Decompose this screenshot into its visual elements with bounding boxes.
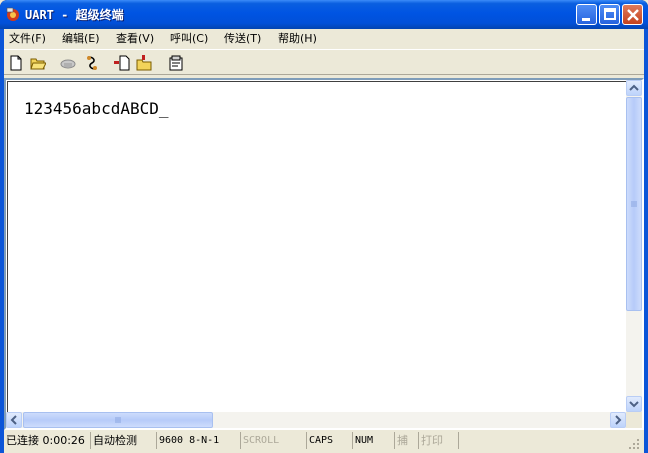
vertical-scrollbar[interactable]	[626, 80, 642, 412]
scroll-up-button[interactable]	[626, 80, 642, 96]
status-print: 打印	[418, 432, 458, 449]
chevron-down-icon	[629, 401, 639, 408]
phone-icon	[60, 59, 76, 69]
menu-transfer-label: 传送	[224, 32, 246, 45]
menu-view[interactable]: 查看(V)	[116, 31, 154, 47]
status-capture: 捕	[394, 432, 418, 449]
status-bar: 已连接 0:00:26 自动检测 9600 8-N-1 SCROLL CAPS …	[4, 430, 644, 453]
terminal-screen[interactable]: 123456abcdABCD_	[7, 81, 629, 413]
minimize-icon	[582, 18, 590, 21]
scroll-right-button[interactable]	[610, 412, 626, 428]
menu-edit-label: 编辑	[62, 32, 84, 45]
send-icon	[114, 55, 130, 71]
scrollbar-corner	[626, 412, 642, 428]
menu-call-accel: (C)	[192, 32, 209, 45]
status-spare	[458, 432, 640, 449]
menu-help-label: 帮助	[278, 32, 300, 45]
menu-transfer-accel: (T)	[246, 32, 262, 45]
status-params: 9600 8-N-1	[156, 432, 240, 449]
grip-icon	[631, 201, 637, 207]
close-button[interactable]	[622, 4, 643, 25]
maximize-button[interactable]	[599, 4, 620, 25]
menu-help[interactable]: 帮助(H)	[278, 31, 317, 47]
status-connection: 已连接 0:00:26	[6, 434, 85, 447]
terminal-area[interactable]: 123456abcdABCD_	[4, 78, 644, 430]
new-connection-button[interactable]	[6, 53, 26, 73]
menu-transfer[interactable]: 传送(T)	[224, 31, 261, 47]
title-bar[interactable]: UART - 超级终端	[0, 0, 648, 29]
properties-icon	[169, 55, 183, 71]
scroll-down-button[interactable]	[626, 396, 642, 412]
status-caps: CAPS	[306, 432, 352, 449]
window-title: UART - 超级终端	[25, 8, 124, 22]
grip-icon	[115, 417, 121, 423]
chevron-up-icon	[629, 84, 639, 91]
receive-button[interactable]	[134, 53, 154, 73]
minimize-button[interactable]	[576, 4, 597, 25]
menu-call-label: 呼叫	[170, 32, 192, 45]
status-scroll: SCROLL	[240, 432, 306, 449]
hyperterminal-app-icon[interactable]	[5, 6, 22, 23]
menu-view-accel: (V)	[138, 32, 155, 45]
receive-icon	[136, 55, 152, 71]
properties-button[interactable]	[166, 53, 186, 73]
horizontal-scroll-thumb[interactable]	[23, 412, 213, 428]
chevron-right-icon	[615, 415, 622, 425]
menu-edit-accel: (E)	[84, 32, 100, 45]
toolbar	[4, 49, 644, 75]
vertical-scroll-thumb[interactable]	[626, 97, 642, 311]
window-frame-right	[644, 29, 648, 453]
disconnect-icon	[87, 56, 97, 70]
menu-call[interactable]: 呼叫(C)	[170, 31, 208, 47]
new-icon	[10, 55, 22, 71]
menu-file-label: 文件	[9, 32, 31, 45]
menu-file[interactable]: 文件(F)	[9, 31, 46, 47]
menu-help-accel: (H)	[300, 32, 317, 45]
disconnect-button[interactable]	[82, 53, 102, 73]
call-button[interactable]	[58, 53, 78, 73]
menu-file-accel: (F)	[31, 32, 46, 45]
hyperterminal-window: UART - 超级终端 文件(F) 编辑(E) 查看(V) 呼叫(C) 传送(T…	[0, 0, 648, 453]
close-icon	[627, 9, 639, 21]
resize-grip-icon[interactable]	[628, 438, 640, 450]
send-button[interactable]	[112, 53, 132, 73]
menu-view-label: 查看	[116, 32, 138, 45]
chevron-left-icon	[10, 415, 17, 425]
menu-edit[interactable]: 编辑(E)	[62, 31, 100, 47]
terminal-text: 123456abcdABCD_	[24, 99, 169, 118]
scroll-left-button[interactable]	[6, 412, 22, 428]
open-icon	[30, 58, 46, 70]
horizontal-scrollbar[interactable]	[6, 412, 626, 428]
status-num: NUM	[352, 432, 394, 449]
status-detect: 自动检测	[90, 432, 156, 449]
maximize-icon	[604, 8, 616, 20]
menu-bar: 文件(F) 编辑(E) 查看(V) 呼叫(C) 传送(T) 帮助(H)	[4, 29, 644, 48]
open-button[interactable]	[28, 53, 48, 73]
